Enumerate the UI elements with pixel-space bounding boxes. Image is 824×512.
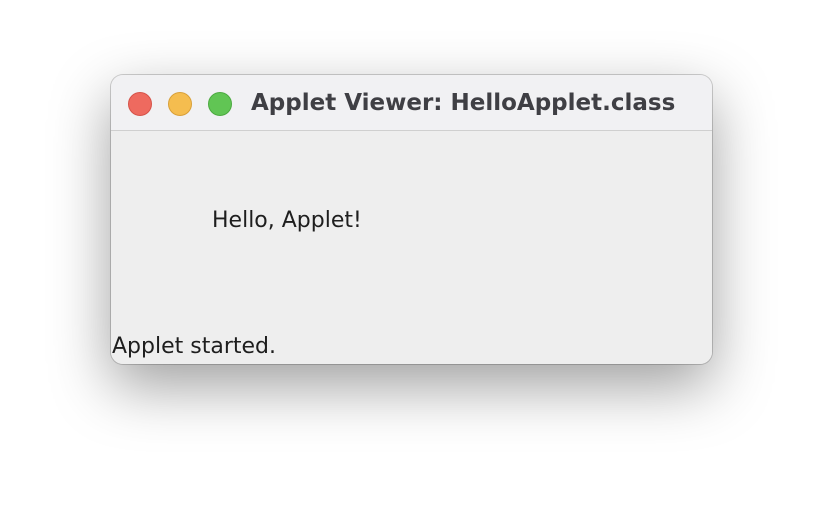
applet-message: Hello, Applet!: [212, 208, 362, 233]
zoom-window-button[interactable]: [208, 92, 232, 116]
applet-canvas[interactable]: Hello, Applet! Applet started.: [111, 131, 712, 364]
window-title: Applet Viewer: HelloApplet.class: [251, 90, 676, 116]
applet-viewer-window: Applet Viewer: HelloApplet.class Hello, …: [111, 75, 712, 364]
status-text: Applet started.: [112, 334, 276, 359]
minimize-window-button[interactable]: [168, 92, 192, 116]
desktop-background: Applet Viewer: HelloApplet.class Hello, …: [0, 0, 824, 512]
close-window-button[interactable]: [128, 92, 152, 116]
window-titlebar[interactable]: Applet Viewer: HelloApplet.class: [111, 75, 712, 131]
